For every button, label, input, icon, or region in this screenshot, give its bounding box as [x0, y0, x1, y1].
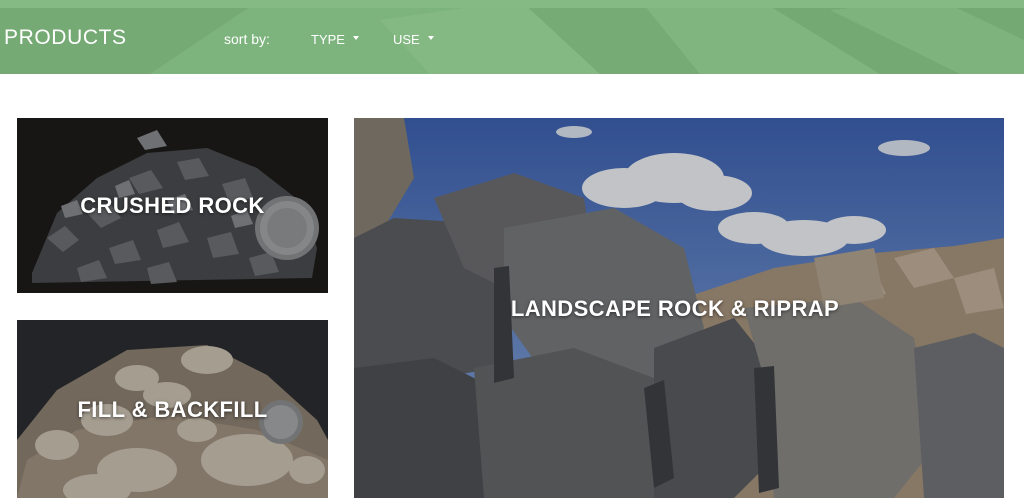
crushed-rock-label: CRUSHED ROCK	[80, 193, 265, 218]
sort-by-label: sort by:	[224, 31, 270, 47]
sort-use-label: USE	[393, 32, 420, 47]
header-top-strip	[0, 0, 1024, 8]
fill-backfill-label: FILL & BACKFILL	[77, 397, 268, 422]
caret-down-icon	[352, 35, 359, 40]
page-title: PRODUCTS	[4, 26, 127, 49]
header-background-pattern	[0, 0, 1024, 74]
product-tile-landscape-rock-riprap[interactable]: LANDSCAPE ROCK & RIPRAP	[354, 118, 1004, 498]
sort-type-dropdown[interactable]: TYPE	[311, 32, 359, 47]
caret-down-icon	[427, 35, 434, 40]
header-bar: PRODUCTS sort by: TYPE USE	[0, 0, 1024, 74]
sort-type-label: TYPE	[311, 32, 345, 47]
landscape-rock-label: LANDSCAPE ROCK & RIPRAP	[510, 296, 840, 321]
product-tile-fill-backfill[interactable]: FILL & BACKFILL	[17, 320, 328, 498]
sort-use-dropdown[interactable]: USE	[393, 32, 434, 47]
product-tile-crushed-rock[interactable]: CRUSHED ROCK	[17, 118, 328, 293]
